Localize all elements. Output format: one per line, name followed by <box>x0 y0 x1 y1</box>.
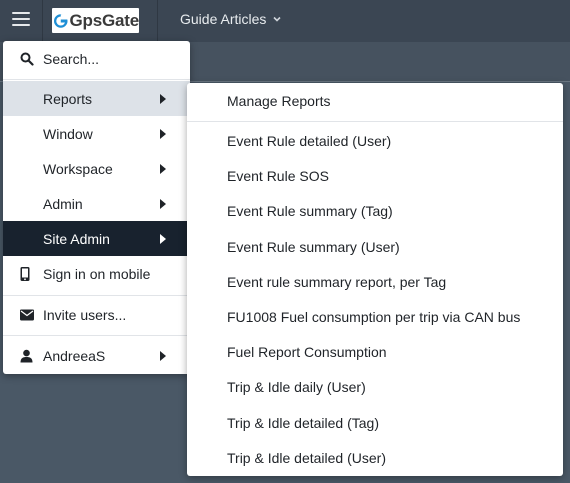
chevron-right-icon <box>160 233 166 244</box>
manage-reports-item[interactable]: Manage Reports <box>187 83 563 118</box>
report-item-label: Event Rule detailed (User) <box>227 132 392 149</box>
envelope-icon <box>20 309 34 320</box>
menu-invite-users-label: Invite users... <box>43 306 127 323</box>
top-bar: GpsGate Guide Articles <box>0 0 570 42</box>
menu-item-label: Admin <box>43 195 83 212</box>
menu-item-label: Site Admin <box>43 230 110 247</box>
main-menu: Search... Reports Window Workspace Admin… <box>3 41 190 374</box>
menu-divider <box>3 335 190 336</box>
menu-item-site-admin[interactable]: Site Admin <box>3 221 190 256</box>
report-item[interactable]: Trip & Idle detailed (Tag) <box>187 405 563 440</box>
menu-search[interactable]: Search... <box>3 41 190 76</box>
search-icon <box>20 52 34 66</box>
report-item[interactable]: Trip & Idle detailed (User) <box>187 440 563 475</box>
app-title-dropdown[interactable]: Guide Articles <box>180 11 282 27</box>
hamburger-icon[interactable] <box>12 12 30 28</box>
chevron-right-icon <box>160 93 166 104</box>
report-item-label: Fuel Report Consumption <box>227 343 387 360</box>
menu-item-reports[interactable]: Reports <box>3 81 190 116</box>
report-item[interactable]: Fuel Report Consumption <box>187 334 563 369</box>
menu-item-label: Window <box>43 125 93 142</box>
menu-item-workspace[interactable]: Workspace <box>3 151 190 186</box>
topbar-divider <box>157 0 158 42</box>
report-item-label: Trip & Idle daily (User) <box>227 378 366 395</box>
report-item[interactable]: Trip & Idle daily (User) <box>187 369 563 404</box>
reports-submenu: Manage Reports Event Rule detailed (User… <box>187 83 563 476</box>
menu-item-admin[interactable]: Admin <box>3 186 190 221</box>
report-item-label: Trip & Idle detailed (User) <box>227 449 386 466</box>
report-item[interactable]: Event Rule summary (Tag) <box>187 193 563 228</box>
chevron-down-icon <box>273 16 281 22</box>
menu-item-window[interactable]: Window <box>3 116 190 151</box>
menu-item-label: Reports <box>43 90 93 107</box>
chevron-right-icon <box>160 350 166 361</box>
chevron-right-icon <box>160 128 166 139</box>
menu-user-label: AndreeaS <box>43 347 106 364</box>
report-item-label: Event Rule summary (User) <box>227 238 400 255</box>
topbar-divider <box>42 0 43 42</box>
menu-search-label: Search... <box>43 50 100 67</box>
report-item-label: Event Rule SOS <box>227 167 329 184</box>
chevron-right-icon <box>160 198 166 209</box>
logo-text: GpsGate <box>69 10 140 30</box>
report-item-label: FU1008 Fuel consumption per trip via CAN… <box>227 308 521 325</box>
report-item[interactable]: Event Rule detailed (User) <box>187 123 563 158</box>
submenu-divider <box>187 121 563 122</box>
report-item-label: Trip & Idle detailed (Tag) <box>227 414 379 431</box>
app-title: Guide Articles <box>180 11 267 27</box>
report-item-label: Event rule summary report, per Tag <box>227 273 447 290</box>
menu-sign-in-mobile-label: Sign in on mobile <box>43 265 151 282</box>
menu-divider <box>3 295 190 296</box>
chevron-right-icon <box>160 163 166 174</box>
report-item-label: Event Rule summary (Tag) <box>227 202 393 219</box>
menu-divider <box>3 79 190 80</box>
gpsgate-logo-icon <box>54 13 68 28</box>
manage-reports-label: Manage Reports <box>227 92 331 109</box>
menu-user[interactable]: AndreeaS <box>3 338 190 373</box>
user-icon <box>20 349 33 362</box>
report-item[interactable]: FU1008 Fuel consumption per trip via CAN… <box>187 299 563 334</box>
mobile-phone-icon <box>20 266 30 281</box>
report-item[interactable]: Event Rule SOS <box>187 158 563 193</box>
menu-sign-in-mobile[interactable]: Sign in on mobile <box>3 256 190 291</box>
menu-invite-users[interactable]: Invite users... <box>3 297 190 332</box>
report-item[interactable]: Event Rule summary (User) <box>187 229 563 264</box>
menu-item-label: Workspace <box>43 160 113 177</box>
gpsgate-logo[interactable]: GpsGate <box>52 8 139 33</box>
report-item[interactable]: Event rule summary report, per Tag <box>187 264 563 299</box>
